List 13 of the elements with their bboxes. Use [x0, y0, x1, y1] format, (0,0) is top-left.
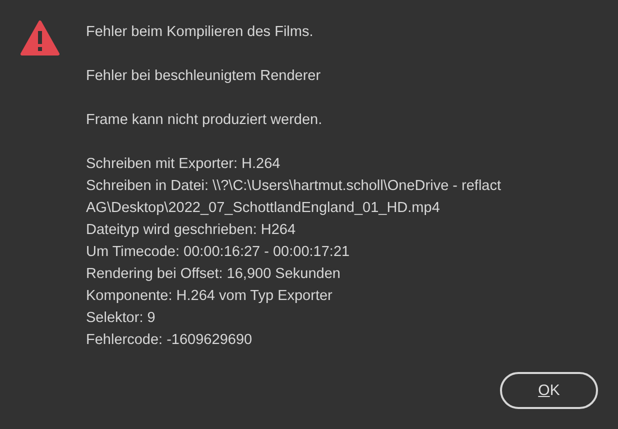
message-text: Frame kann nicht produziert werden. — [86, 111, 324, 130]
message-text: Um Timecode: 00:00:16:27 - 00:00:17:21 — [86, 243, 351, 262]
message-text: Dateityp wird geschrieben: H264 — [86, 221, 297, 240]
message-text: Fehler bei beschleunigtem Renderer — [86, 67, 322, 86]
ok-button[interactable]: OK — [500, 372, 598, 409]
message-text: Rendering bei Offset: 16,900 Sekunden — [86, 265, 342, 284]
message-text: Komponente: H.264 vom Typ Exporter — [86, 287, 334, 306]
message-text: Fehlercode: -1609629690 — [86, 331, 254, 350]
warning-icon — [20, 20, 60, 56]
message-text: Schreiben mit Exporter: H.264 — [86, 155, 282, 174]
message-text: Selektor: 9 — [86, 309, 156, 328]
message-text: Fehler beim Kompilieren des Films. — [86, 23, 314, 42]
message-text: Schreiben in Datei: \\?\C:\Users\hartmut.scholl\OneDrive - reflact AG\Desktop\2022_07_SchottlandEngland_01_HD.mp4 — [86, 177, 502, 218]
